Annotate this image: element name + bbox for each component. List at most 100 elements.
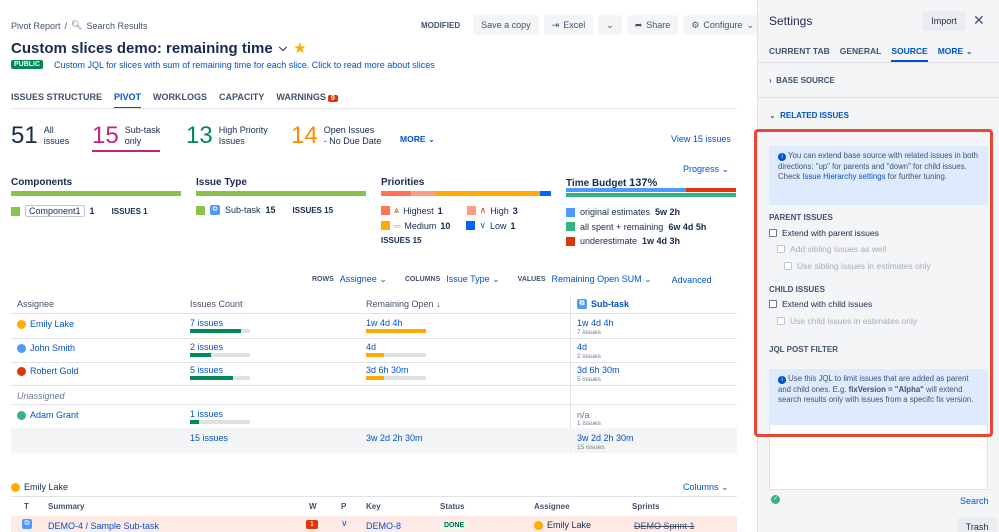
issues-count-link[interactable]: 2 issues bbox=[190, 342, 223, 352]
tab-current-tab[interactable]: CURRENT TAB bbox=[769, 46, 830, 62]
values-dropdown[interactable]: Remaining Open SUM ⌄ bbox=[552, 274, 652, 285]
save-copy-button[interactable]: Save a copy bbox=[473, 15, 539, 35]
col-sprints[interactable]: Sprints bbox=[632, 502, 660, 511]
col-p[interactable]: P bbox=[341, 502, 346, 511]
remaining-link[interactable]: 1w 4d 4h bbox=[366, 318, 403, 328]
table-row[interactable]: Adam Grant bbox=[17, 410, 79, 420]
related-issues-toggle[interactable]: ⌄ RELATED ISSUES bbox=[769, 111, 849, 120]
more-stats-button[interactable]: MORE ⌄ bbox=[400, 134, 435, 145]
tab-pivot[interactable]: PIVOT bbox=[114, 92, 142, 109]
col-header-issues-count[interactable]: Issues Count bbox=[190, 299, 243, 309]
tab-more[interactable]: MORE ⌄ bbox=[938, 46, 973, 62]
col-header-subtask[interactable]: ⧉ Sub-task bbox=[577, 299, 629, 309]
tab-worklogs[interactable]: WORKLOGS bbox=[153, 92, 207, 109]
col-t[interactable]: T bbox=[24, 502, 29, 511]
high-icon: ∧ bbox=[479, 205, 487, 215]
priority-name: Low bbox=[490, 220, 507, 231]
rows-dropdown[interactable]: Assignee ⌄ bbox=[340, 274, 387, 285]
columns-dropdown[interactable]: Issue Type ⌄ bbox=[446, 274, 499, 285]
configure-button[interactable]: ⚙ Configure ⌄ bbox=[683, 15, 762, 35]
remaining-link[interactable]: 4d bbox=[366, 342, 376, 352]
stat-open-no-due[interactable]: 14 Open Issues - No Due Date bbox=[291, 124, 381, 148]
search-button[interactable]: Search bbox=[960, 496, 989, 506]
chevron-right-icon: › bbox=[769, 76, 772, 85]
col-key[interactable]: Key bbox=[366, 502, 381, 511]
stat-label: Sub-task bbox=[124, 125, 161, 135]
pivot-report-link[interactable]: Pivot Report bbox=[11, 21, 61, 31]
total-remaining-link[interactable]: 3w 2d 2h 30m bbox=[366, 433, 423, 443]
table-row[interactable]: Robert Gold bbox=[17, 366, 79, 376]
table-row[interactable]: John Smith bbox=[17, 343, 75, 353]
assignee-name: Robert Gold bbox=[30, 366, 79, 376]
trash-button[interactable]: Trash bbox=[957, 518, 997, 532]
stat-all-issues[interactable]: 51 All issues bbox=[11, 124, 69, 148]
col-w[interactable]: W bbox=[309, 502, 317, 511]
priority-low[interactable]: ∨ Low 1 bbox=[466, 220, 516, 231]
columns-dropdown[interactable]: Columns ⌄ bbox=[683, 482, 729, 493]
priority-high[interactable]: ∧ High 3 bbox=[466, 205, 518, 216]
tab-capacity[interactable]: CAPACITY bbox=[219, 92, 264, 109]
stat-number: 14 bbox=[291, 122, 318, 149]
priority-highest[interactable]: ⩓ Highest 1 bbox=[381, 205, 443, 216]
row-divider bbox=[11, 338, 737, 339]
view-issues-link[interactable]: View 15 issues bbox=[671, 134, 731, 144]
advanced-link[interactable]: Advanced bbox=[672, 275, 712, 285]
issue-key-link[interactable]: DEMO-8 bbox=[366, 521, 401, 531]
stat-subtask-only[interactable]: 15 Sub-task only bbox=[92, 124, 161, 152]
chevron-down-icon: ⌄ bbox=[427, 134, 435, 144]
subtask-value-link[interactable]: 3d 6h 30m bbox=[577, 365, 620, 375]
low-icon: ∨ bbox=[479, 220, 487, 230]
tab-source[interactable]: SOURCE bbox=[891, 46, 928, 62]
subtask-value-link[interactable]: 4d bbox=[577, 342, 587, 352]
remaining-bar bbox=[366, 329, 426, 333]
chevron-down-icon[interactable]: ⌵ bbox=[279, 42, 287, 55]
progress-dropdown[interactable]: Progress ⌄ bbox=[683, 164, 729, 175]
stat-high-priority[interactable]: 13 High Priority Issues bbox=[186, 124, 268, 148]
legend-swatch bbox=[381, 206, 390, 215]
col-header-remaining[interactable]: Remaining Open ↓ bbox=[366, 299, 441, 309]
arrow-down-icon: ↓ bbox=[436, 299, 441, 309]
subtask-value-link[interactable]: 1w 4d 4h bbox=[577, 318, 614, 328]
share-button[interactable]: ➦ Share bbox=[626, 15, 679, 35]
budget-value: 1w 4d 3h bbox=[642, 236, 681, 246]
col-status[interactable]: Status bbox=[440, 502, 464, 511]
priority-medium[interactable]: ═ Medium 10 bbox=[381, 220, 450, 231]
group-name: Emily Lake bbox=[24, 482, 69, 492]
close-icon[interactable]: ✕ bbox=[973, 12, 985, 29]
avatar bbox=[17, 343, 26, 353]
col-assignee[interactable]: Assignee bbox=[534, 502, 570, 511]
excel-button[interactable]: ⇥ Excel bbox=[543, 15, 594, 35]
col-summary[interactable]: Summary bbox=[48, 502, 84, 511]
medium-icon: ═ bbox=[394, 220, 401, 231]
tab-issues-structure[interactable]: ISSUES STRUCTURE bbox=[11, 92, 102, 109]
component-tag[interactable]: Component1 bbox=[25, 205, 85, 217]
import-button[interactable]: Import bbox=[922, 11, 966, 31]
tab-warnings[interactable]: WARNINGS 9 bbox=[276, 92, 338, 109]
sprint-name[interactable]: DEMO Sprint 1 bbox=[634, 521, 695, 531]
issue-type-count: 15 bbox=[265, 205, 276, 215]
highlight-frame bbox=[754, 129, 993, 437]
report-description[interactable]: Custom JQL for slices with sum of remain… bbox=[54, 60, 435, 70]
unassigned-row[interactable]: Unassigned bbox=[17, 391, 65, 401]
legend-swatch bbox=[466, 206, 476, 215]
table-row[interactable]: Emily Lake bbox=[17, 319, 74, 329]
budget-segment-spent bbox=[566, 193, 736, 197]
remaining-link[interactable]: 3d 6h 30m bbox=[366, 365, 409, 375]
issues-count-link[interactable]: 1 issues bbox=[190, 409, 223, 419]
issue-type-name[interactable]: Sub-task bbox=[225, 205, 261, 215]
configure-label: Configure bbox=[703, 20, 743, 30]
issue-summary-link[interactable]: DEMO-4 / Sample Sub-task bbox=[48, 521, 159, 531]
total-count-link[interactable]: 15 issues bbox=[190, 433, 228, 443]
excel-dropdown-button[interactable]: ⌄ bbox=[598, 15, 622, 35]
base-source-toggle[interactable]: › BASE SOURCE bbox=[769, 76, 835, 85]
columns-value: Issue Type bbox=[446, 274, 490, 284]
search-results-link[interactable]: Search Results bbox=[86, 21, 147, 31]
star-icon[interactable]: ★ bbox=[293, 39, 306, 57]
share-label: Share bbox=[646, 20, 671, 30]
col-header-assignee[interactable]: Assignee bbox=[17, 299, 54, 309]
avatar bbox=[17, 366, 26, 376]
tab-general[interactable]: GENERAL bbox=[840, 46, 882, 62]
total-subtask-link[interactable]: 3w 2d 2h 30m bbox=[577, 433, 634, 443]
issues-count-link[interactable]: 5 issues bbox=[190, 365, 223, 375]
issues-count-link[interactable]: 7 issues bbox=[190, 318, 223, 328]
